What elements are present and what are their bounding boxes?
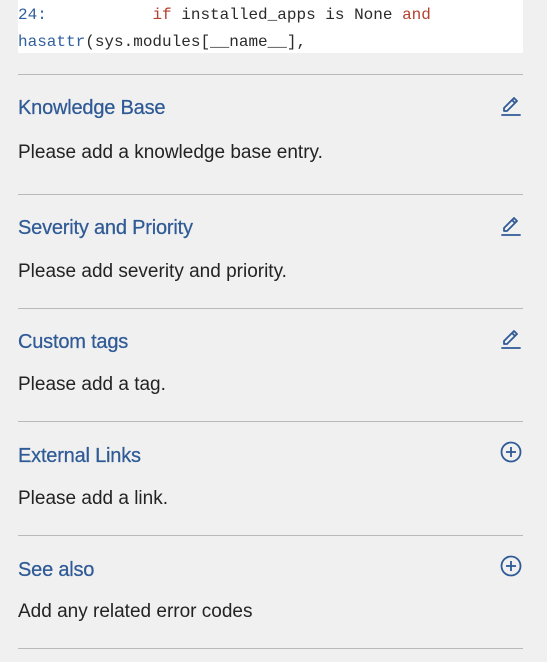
edit-icon[interactable] — [499, 327, 523, 351]
code-text: (sys.modules[__name__], — [85, 33, 307, 51]
line-number: 24: — [18, 6, 47, 24]
code-line-2: hasattr(sys.modules[__name__], — [18, 29, 523, 56]
edit-icon[interactable] — [499, 214, 523, 238]
code-text: installed_apps is None — [171, 6, 403, 24]
section-title: External Links — [18, 445, 141, 467]
error-details-panel: 24: if installed_apps is None and hasattr… — [0, 0, 547, 662]
section-body: Please add a link. — [18, 488, 168, 509]
section-divider — [18, 421, 523, 422]
section-divider — [18, 648, 523, 649]
section-title: Severity and Priority — [18, 217, 193, 239]
add-circle-icon[interactable] — [499, 440, 523, 464]
section-body: Please add a knowledge base entry. — [18, 142, 323, 163]
section-body: Please add a tag. — [18, 374, 166, 395]
code-snippet: 24: if installed_apps is None and hasattr… — [18, 0, 523, 53]
section-body: Add any related error codes — [18, 601, 253, 622]
section-divider — [18, 74, 523, 75]
add-circle-icon[interactable] — [499, 554, 523, 578]
section-title: See also — [18, 559, 95, 581]
code-line-1: 24: if installed_apps is None and — [18, 2, 523, 29]
section-divider — [18, 308, 523, 309]
section-divider — [18, 535, 523, 536]
code-function-name: hasattr — [18, 33, 86, 51]
section-title: Custom tags — [18, 331, 129, 353]
code-keyword-if: if — [152, 6, 172, 24]
section-body: Please add severity and priority. — [18, 261, 287, 282]
section-divider — [18, 194, 523, 195]
code-keyword-and: and — [402, 6, 431, 24]
edit-icon[interactable] — [499, 94, 523, 118]
section-title: Knowledge Base — [18, 97, 166, 119]
